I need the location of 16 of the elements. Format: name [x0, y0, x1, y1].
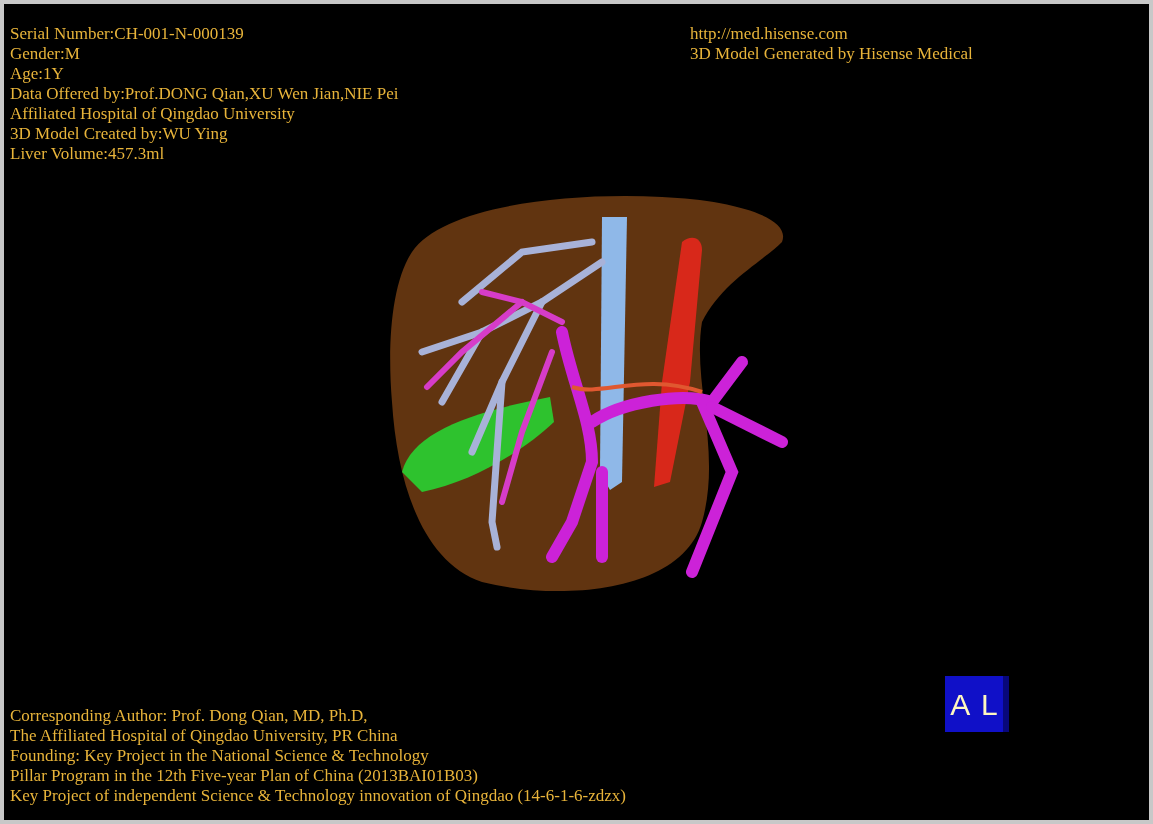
credit-line: Corresponding Author: Prof. Dong Qian, MD, Ph.D,: [10, 706, 369, 726]
patient-info-line: Data Offered by:Prof.DONG Qian,XU Wen Jian,NIE Pei: [10, 84, 400, 104]
generator-info-line: http://med.hisense.com: [690, 24, 849, 44]
patient-info-line: Age:1Y: [10, 64, 65, 84]
cube-label: A: [950, 686, 971, 723]
credit-line: Founding: Key Project in the National Science & Technology: [10, 746, 430, 766]
patient-info-line: 3D Model Created by:WU Ying: [10, 124, 229, 144]
credit-line: Key Project of independent Science & Technology innovation of Qingdao (14-6-1-6-zdzx): [10, 786, 626, 806]
patient-info-line: Serial Number:CH-001-N-000139: [10, 24, 245, 44]
credit-line: Pillar Program in the 12th Five-year Plan of China (2013BAI01B03): [10, 766, 479, 786]
patient-info-line: Affiliated Hospital of Qingdao University: [10, 104, 296, 124]
credit-line: The Affiliated Hospital of Qingdao University, PR China: [10, 726, 399, 746]
patient-info-line: Liver Volume:457.3ml: [10, 144, 166, 164]
generator-info-line: 3D Model Generated by Hisense Medical: [690, 44, 973, 64]
cube-label: L: [980, 686, 998, 723]
patient-info-line: Gender:M: [10, 44, 81, 64]
